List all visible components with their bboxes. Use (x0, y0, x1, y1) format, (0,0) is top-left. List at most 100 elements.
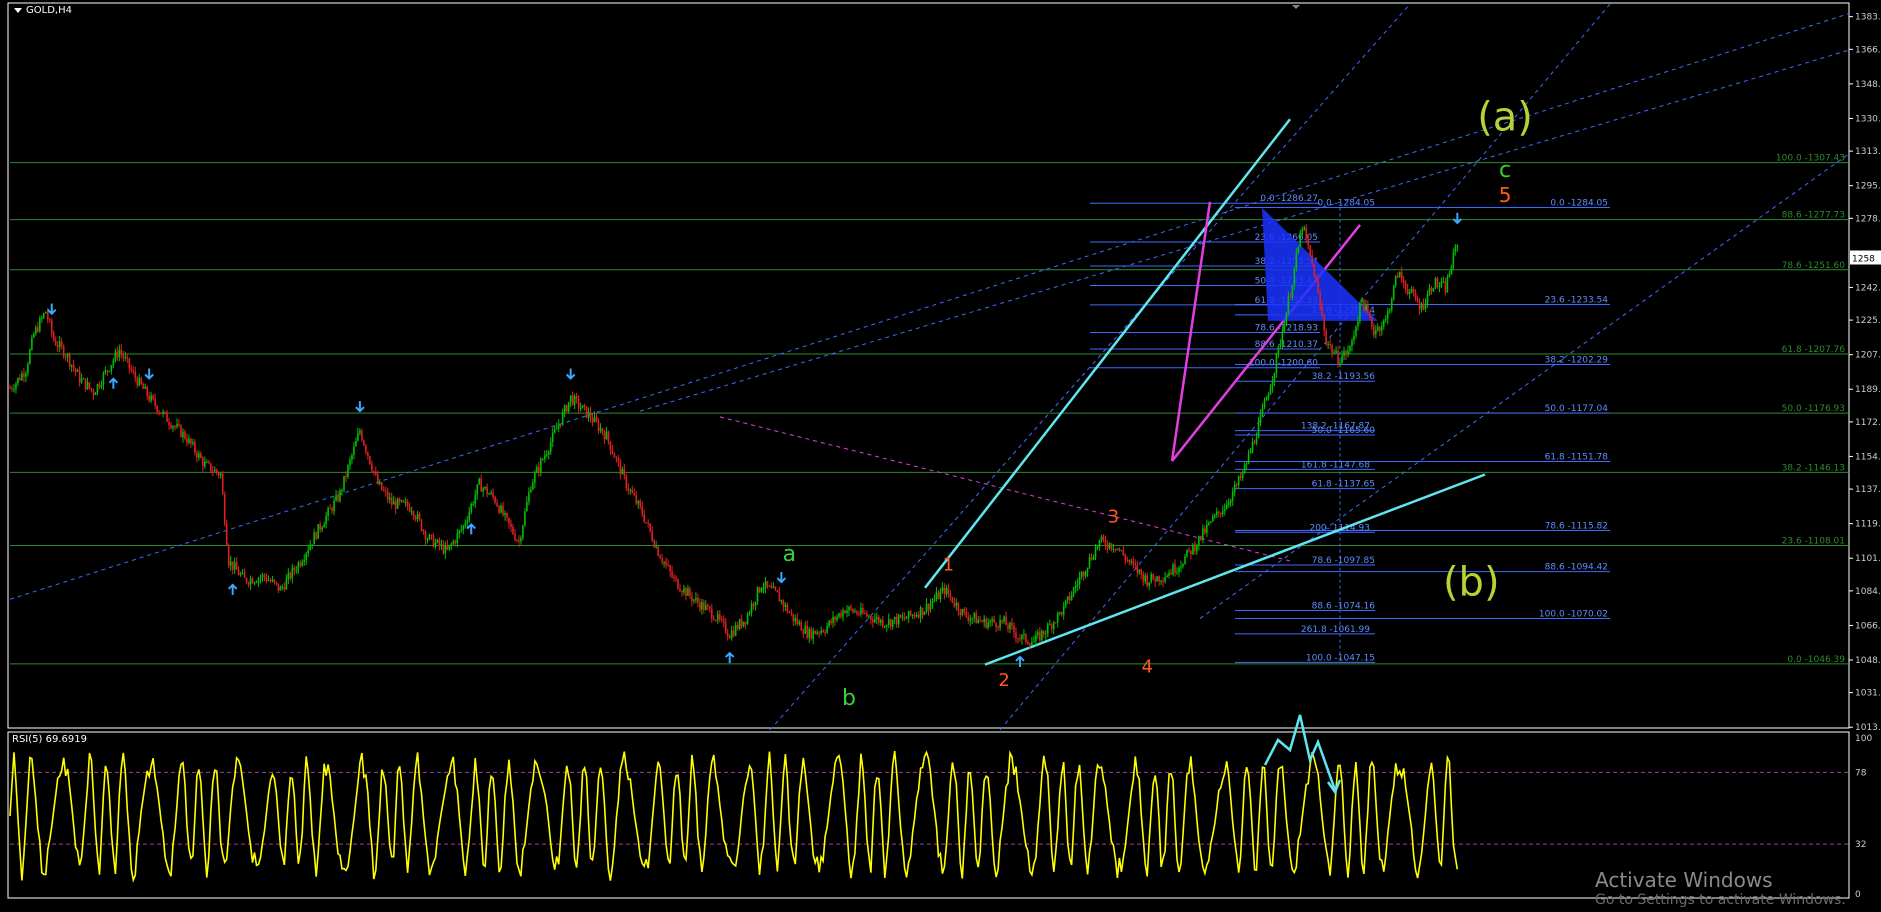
candle-body (267, 580, 270, 582)
price-axis-label: 1278.4 (1855, 214, 1881, 224)
candle-body (520, 537, 522, 542)
candle-body (377, 474, 379, 485)
candle-body (1412, 289, 1415, 294)
candle-body (866, 613, 868, 617)
candle-body (1394, 276, 1397, 286)
down-arrow-icon (1452, 212, 1463, 225)
fib-level-green-label: 88.6 -1277.73 (1782, 211, 1845, 221)
candle-body (56, 345, 59, 348)
candle-body (213, 469, 216, 472)
candle-body (1221, 510, 1224, 515)
candle-body (619, 461, 622, 475)
candle-body (211, 471, 214, 473)
price-chart[interactable]: 1383.41366.41348.41330.41313.41295.41278… (0, 0, 1881, 908)
candle-body (1436, 278, 1439, 287)
candle-body (647, 522, 649, 524)
candle-body (661, 558, 663, 563)
candle-body (794, 618, 797, 622)
candle-body (315, 532, 317, 539)
dropdown-triangle-icon[interactable] (14, 7, 22, 13)
candle-body (108, 370, 111, 372)
candle-body (939, 591, 942, 600)
candle-body (699, 602, 701, 610)
candle-body (526, 501, 528, 512)
fib-level-blue-label: 38.2 -1202.29 (1545, 355, 1609, 365)
price-axis-label: 1295.4 (1855, 182, 1881, 192)
candle-body (754, 601, 757, 606)
wave-label: 2 (998, 670, 1009, 691)
candle-body (39, 318, 41, 332)
price-axis-label: 1383.4 (1855, 13, 1881, 23)
candle-body (1247, 453, 1250, 464)
candle-body (649, 523, 651, 532)
candle-body (1166, 575, 1168, 578)
candle-body (1219, 512, 1222, 515)
candle-body (1140, 569, 1143, 574)
candle-body (313, 532, 315, 545)
candle-body (778, 592, 781, 602)
candle-body (790, 612, 793, 614)
candle-body (136, 378, 139, 386)
candle-body (440, 544, 443, 546)
candle-body (1110, 543, 1113, 549)
candle-body (1096, 547, 1099, 549)
candle-body (927, 603, 930, 611)
candle-body (78, 370, 81, 383)
candle-body (1416, 299, 1419, 303)
candle-body (1239, 476, 1242, 478)
candle-body (883, 626, 886, 628)
candle-body (1003, 616, 1005, 622)
candle-body (665, 561, 667, 565)
candle-body (746, 614, 749, 624)
candle-body (762, 587, 765, 589)
candle-body (347, 465, 349, 477)
candle-body (518, 540, 520, 542)
candle-body (1315, 276, 1317, 282)
candle-body (162, 411, 164, 415)
candle-body (577, 398, 580, 409)
candle-body (255, 582, 258, 584)
candle-body (1367, 304, 1369, 313)
candle-body (19, 377, 21, 380)
candle-body (828, 620, 830, 627)
candle-body (1188, 549, 1190, 551)
candle-body (1130, 561, 1133, 563)
candle-body (261, 574, 264, 578)
candle-body (848, 606, 850, 611)
fib-level-blue-label: 88.6 -1094.42 (1545, 563, 1608, 573)
candle-body (253, 582, 256, 584)
candle-body (1255, 437, 1258, 443)
candle-body (1287, 296, 1290, 313)
candle-body (86, 382, 89, 390)
candle-body (633, 493, 636, 496)
candle-body (1033, 641, 1035, 643)
candle-body (1007, 625, 1009, 629)
candle-body (186, 438, 188, 443)
fib-level-blue-label: 78.6 -1097.85 (1312, 556, 1375, 566)
candle-body (1009, 622, 1011, 629)
candle-body (1082, 572, 1085, 576)
candle-body (265, 576, 268, 581)
candle-body (889, 619, 892, 627)
candle-body (1227, 502, 1230, 505)
candle-body (1146, 575, 1148, 586)
candle-body (1070, 594, 1073, 600)
candle-body (1174, 564, 1176, 573)
candle-body (1273, 372, 1276, 382)
candle-body (814, 630, 816, 634)
candle-body (1261, 408, 1264, 415)
candle-body (1005, 616, 1007, 626)
candle-body (1058, 612, 1061, 614)
candle-body (1442, 281, 1445, 283)
candle-body (400, 500, 403, 502)
candle-body (709, 606, 711, 609)
candle-body (303, 559, 306, 563)
fib-level-blue-label: 161.8 -1147.68 (1301, 460, 1370, 470)
chart-title[interactable]: GOLD,H4 (14, 5, 72, 16)
candle-body (259, 577, 262, 579)
candle-body (1375, 330, 1377, 335)
candle-body (1023, 633, 1025, 636)
candle-body (233, 562, 236, 570)
candle-body (9, 388, 11, 390)
candle-body (1066, 596, 1069, 601)
